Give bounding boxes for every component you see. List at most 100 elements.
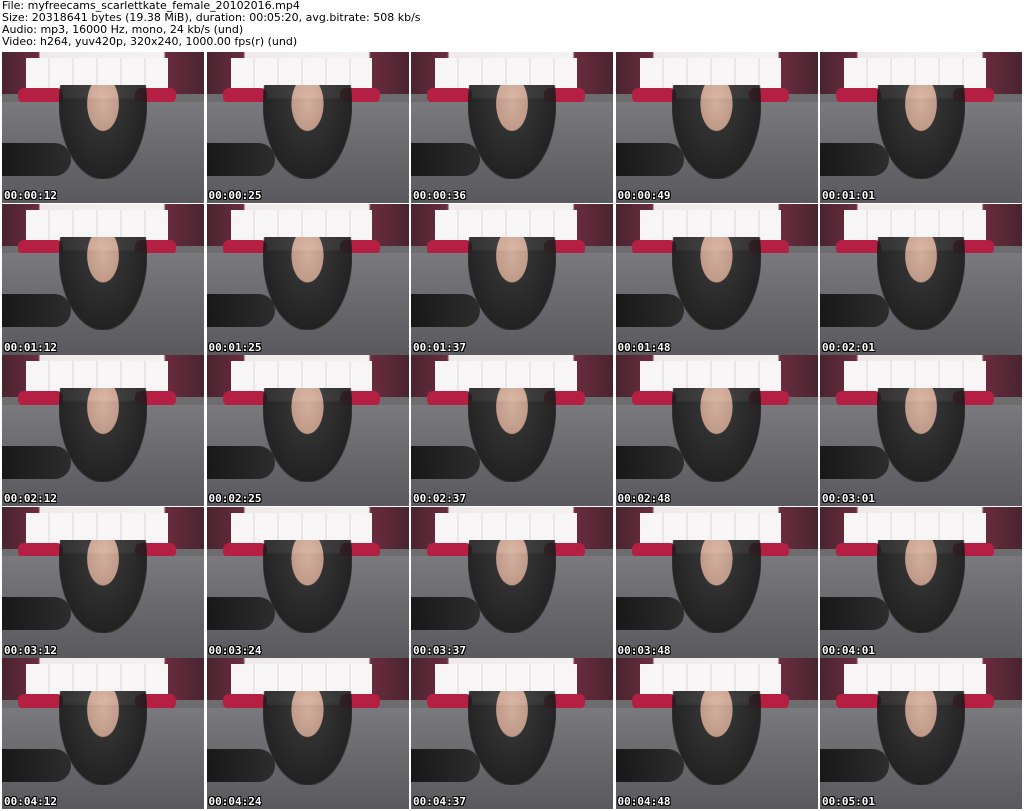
thumbnail-scene-stockings bbox=[206, 445, 276, 479]
thumbnail-scene-stockings bbox=[820, 445, 889, 479]
thumbnail-scene-figure bbox=[58, 85, 148, 179]
thumbnail-timestamp: 00:02:25 bbox=[208, 492, 262, 505]
video-thumbnail: 00:04:01 bbox=[820, 506, 1022, 658]
video-thumbnail: 00:02:12 bbox=[2, 355, 204, 506]
thumbnail-timestamp: 00:00:49 bbox=[617, 189, 671, 202]
video-thumbnail: 00:01:01 bbox=[820, 52, 1022, 203]
thumbnail-timestamp: 00:03:01 bbox=[822, 492, 875, 505]
thumbnail-timestamp: 00:03:24 bbox=[208, 643, 262, 657]
thumbnail-scene-figure bbox=[876, 236, 966, 331]
thumbnail-scene-figure bbox=[672, 691, 761, 785]
thumbnail-scene-figure bbox=[467, 691, 557, 785]
thumbnail-scene-stockings bbox=[615, 445, 685, 479]
thumbnail-scene-stockings bbox=[206, 142, 276, 176]
thumbnail-scene-figure bbox=[58, 388, 148, 482]
thumbnail-scene-figure bbox=[58, 691, 148, 785]
thumbnail-scene-figure bbox=[876, 691, 966, 785]
thumbnail-scene-stockings bbox=[206, 597, 276, 631]
thumbnail-scene-figure bbox=[876, 539, 966, 634]
thumbnail-timestamp: 00:00:12 bbox=[4, 189, 57, 202]
thumbnail-timestamp: 00:01:37 bbox=[413, 340, 466, 354]
thumbnail-scene-figure bbox=[263, 691, 352, 785]
thumbnail-grid: 00:00:12 00:00:25 00:00:36 00:00:49 00:01:01… bbox=[2, 52, 1022, 809]
thumbnail-scene-figure bbox=[467, 236, 557, 331]
video-thumbnail: 00:02:37 bbox=[411, 355, 613, 506]
video-thumbnail: 00:04:48 bbox=[615, 658, 818, 809]
thumbnail-timestamp: 00:02:12 bbox=[4, 492, 57, 505]
video-thumbnail: 00:03:48 bbox=[615, 506, 818, 658]
thumbnail-scene-stockings bbox=[2, 445, 71, 479]
thumbnail-scene-figure bbox=[672, 236, 761, 331]
thumbnail-timestamp: 00:03:48 bbox=[617, 643, 671, 657]
video-thumbnail: 00:01:25 bbox=[206, 203, 409, 355]
thumbnail-scene-stockings bbox=[206, 294, 276, 328]
video-thumbnail: 00:01:48 bbox=[615, 203, 818, 355]
thumbnail-scene-stockings bbox=[411, 445, 480, 479]
thumbnail-scene-stockings bbox=[411, 294, 480, 328]
thumbnail-scene-stockings bbox=[820, 142, 889, 176]
thumbnail-timestamp: 00:04:24 bbox=[208, 795, 262, 808]
thumbnail-scene-figure bbox=[876, 388, 966, 482]
video-info-line: Video: h264, yuv420p, 320x240, 1000.00 f… bbox=[2, 35, 298, 48]
video-thumbnail: 00:04:12 bbox=[2, 658, 204, 809]
thumbnail-timestamp: 00:01:01 bbox=[822, 189, 875, 202]
thumbnail-timestamp: 00:00:25 bbox=[208, 189, 262, 202]
thumbnail-scene-figure bbox=[672, 85, 761, 179]
thumbnail-scene-stockings bbox=[2, 748, 71, 782]
video-thumbnail: 00:04:24 bbox=[206, 658, 409, 809]
video-thumbnail: 00:02:25 bbox=[206, 355, 409, 506]
thumbnail-scene-stockings bbox=[411, 142, 480, 176]
thumbnail-scene-figure bbox=[58, 236, 148, 331]
video-thumbnail: 00:03:24 bbox=[206, 506, 409, 658]
video-thumbnail: 00:02:48 bbox=[615, 355, 818, 506]
thumbnail-scene-stockings bbox=[2, 294, 71, 328]
thumbnail-scene-figure bbox=[263, 236, 352, 331]
thumbnail-scene-figure bbox=[876, 85, 966, 179]
file-info-header: File: myfreecams_scarlettkate_female_201… bbox=[2, 0, 1022, 50]
thumbnail-timestamp: 00:02:48 bbox=[617, 492, 671, 505]
thumbnail-timestamp: 00:02:37 bbox=[413, 492, 466, 505]
thumbnail-scene-stockings bbox=[2, 597, 71, 631]
thumbnail-timestamp: 00:00:36 bbox=[413, 189, 466, 202]
thumbnail-timestamp: 00:03:12 bbox=[4, 643, 57, 657]
video-thumbnail: 00:04:37 bbox=[411, 658, 613, 809]
thumbnail-timestamp: 00:01:12 bbox=[4, 340, 57, 354]
video-thumbnail: 00:00:36 bbox=[411, 52, 613, 203]
video-thumbnail: 00:03:12 bbox=[2, 506, 204, 658]
thumbnail-scene-figure bbox=[263, 388, 352, 482]
thumbnail-scene-stockings bbox=[820, 748, 889, 782]
thumbnail-scene-stockings bbox=[820, 597, 889, 631]
thumbnail-timestamp: 00:05:01 bbox=[822, 795, 875, 808]
thumbnail-scene-stockings bbox=[615, 597, 685, 631]
video-thumbnail: 00:00:25 bbox=[206, 52, 409, 203]
thumbnail-scene-figure bbox=[58, 539, 148, 634]
thumbnail-timestamp: 00:04:01 bbox=[822, 643, 875, 657]
thumbnail-timestamp: 00:04:37 bbox=[413, 795, 466, 808]
thumbnail-scene-figure bbox=[467, 388, 557, 482]
thumbnail-scene-stockings bbox=[820, 294, 889, 328]
thumbnail-timestamp: 00:01:25 bbox=[208, 340, 262, 354]
thumbnail-scene-stockings bbox=[615, 748, 685, 782]
thumbnail-timestamp: 00:03:37 bbox=[413, 643, 466, 657]
thumbnail-timestamp: 00:02:01 bbox=[822, 340, 875, 354]
video-thumbnail: 00:05:01 bbox=[820, 658, 1022, 809]
thumbnail-scene-stockings bbox=[2, 142, 71, 176]
video-thumbnail: 00:00:12 bbox=[2, 52, 204, 203]
video-thumbnail: 00:03:37 bbox=[411, 506, 613, 658]
thumbnail-scene-stockings bbox=[411, 597, 480, 631]
thumbnail-scene-stockings bbox=[411, 748, 480, 782]
thumbnail-scene-figure bbox=[672, 388, 761, 482]
thumbnail-scene-figure bbox=[263, 85, 352, 179]
video-thumbnail: 00:01:12 bbox=[2, 203, 204, 355]
video-thumbnail: 00:01:37 bbox=[411, 203, 613, 355]
video-thumbnail: 00:00:49 bbox=[615, 52, 818, 203]
thumbnail-scene-figure bbox=[672, 539, 761, 634]
thumbnail-timestamp: 00:04:12 bbox=[4, 795, 57, 808]
thumbnail-scene-figure bbox=[467, 85, 557, 179]
video-thumbnail: 00:02:01 bbox=[820, 203, 1022, 355]
thumbnail-scene-stockings bbox=[615, 142, 685, 176]
thumbnail-scene-figure bbox=[467, 539, 557, 634]
thumbnail-timestamp: 00:04:48 bbox=[617, 795, 671, 808]
thumbnail-timestamp: 00:01:48 bbox=[617, 340, 671, 354]
thumbnail-scene-figure bbox=[263, 539, 352, 634]
